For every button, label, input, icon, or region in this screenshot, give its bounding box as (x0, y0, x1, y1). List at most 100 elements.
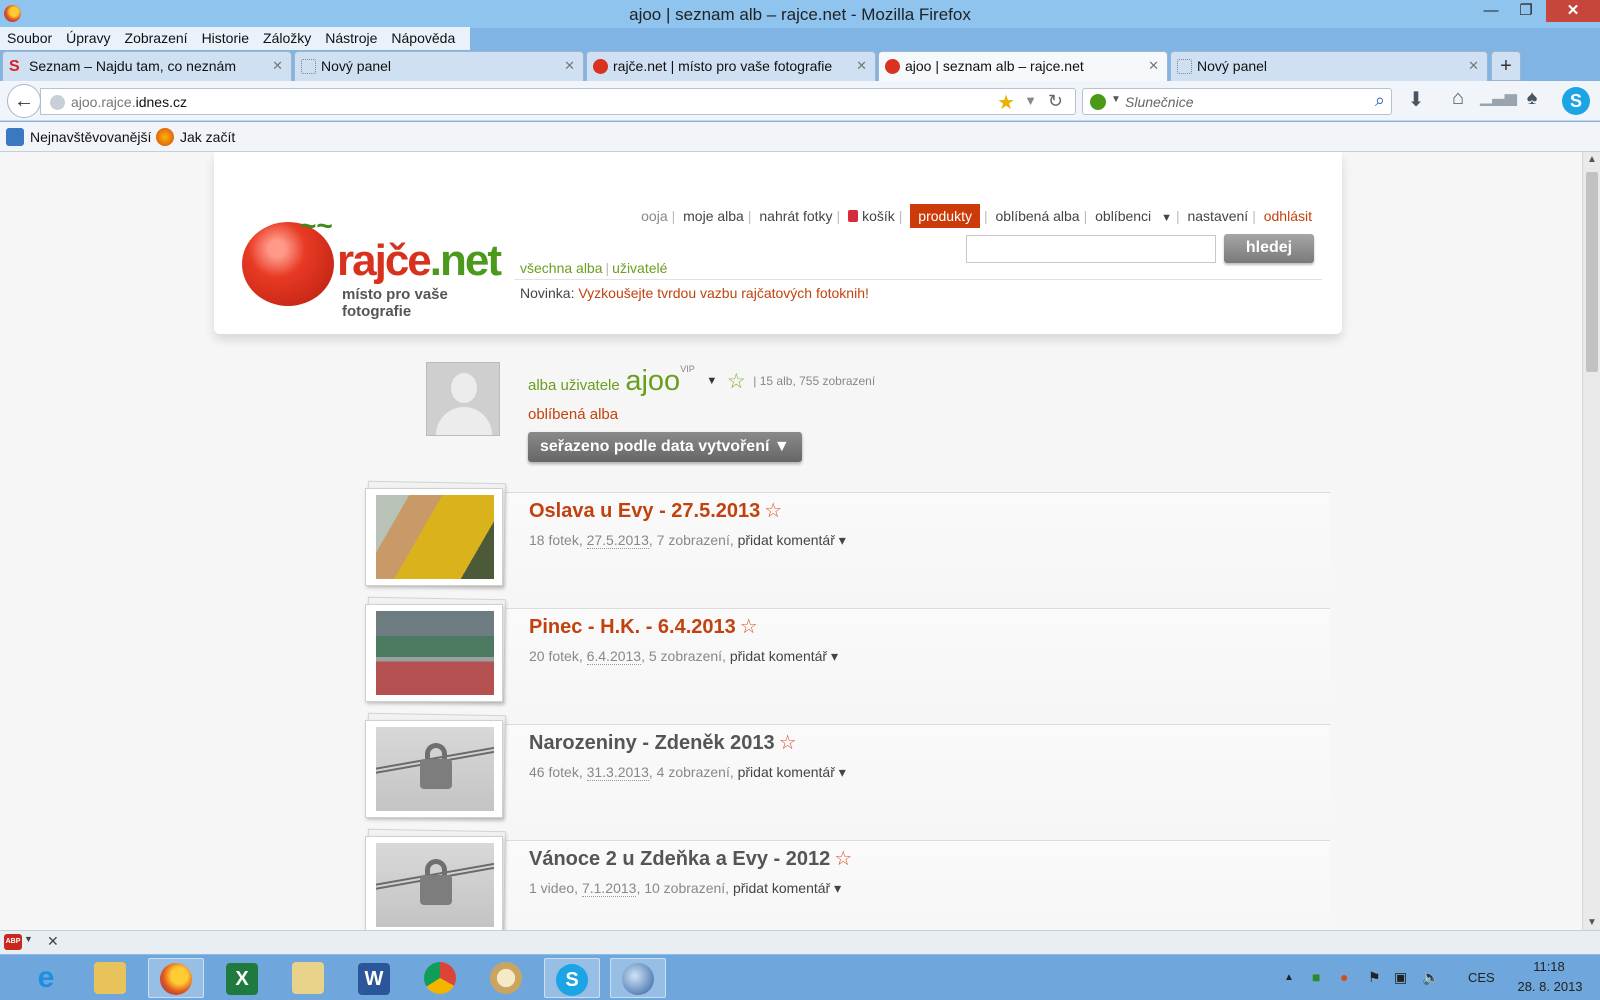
outlook-icon[interactable] (280, 958, 336, 998)
thunderbird-icon[interactable] (610, 958, 666, 998)
favourite-star-icon[interactable]: ☆ (740, 616, 758, 638)
menu-zobrazeni[interactable]: Zobrazení (118, 27, 195, 49)
close-tab-icon[interactable]: ✕ (856, 58, 867, 74)
nav-favourites[interactable]: oblíbenci (1095, 208, 1151, 224)
album-thumbnail[interactable] (365, 720, 503, 818)
favourites-dropdown-icon[interactable]: ▼ (1161, 212, 1172, 224)
skype-icon[interactable]: S (544, 958, 600, 998)
album-thumbnail[interactable] (365, 604, 503, 702)
close-tab-icon[interactable]: ✕ (272, 58, 283, 74)
favourite-star-icon[interactable]: ☆ (834, 848, 852, 870)
menu-nastroje[interactable]: Nástroje (318, 27, 384, 49)
network-icon[interactable]: ▣ (1394, 969, 1407, 986)
rajce-logo[interactable]: ~~ rajče.net místo pro vaše fotografie (242, 202, 502, 320)
close-window-button[interactable]: ✕ (1546, 0, 1600, 22)
paint-icon[interactable] (478, 958, 534, 998)
search-icon[interactable]: ⌕ (1375, 90, 1385, 111)
add-comment-link[interactable]: přidat komentář ▾ (738, 532, 846, 548)
home-icon[interactable]: ⌂ (1444, 87, 1472, 115)
tab-ajoo-active[interactable]: ajoo | seznam alb – rajce.net ✕ (878, 51, 1168, 81)
menu-upravy[interactable]: Úpravy (59, 27, 117, 49)
scrollbar-thumb[interactable] (1586, 172, 1598, 372)
sort-dropdown-button[interactable]: seřazeno podle data vytvoření ▼ (528, 432, 802, 462)
adblock-dropdown-icon[interactable]: ▼ (24, 934, 33, 944)
search-engine-icon[interactable] (1090, 94, 1106, 110)
maximize-button[interactable]: ❐ (1512, 0, 1540, 22)
downloads-icon[interactable]: ⬇ (1402, 87, 1430, 115)
nav-cart[interactable]: košík (862, 208, 895, 224)
album-thumbnail[interactable] (365, 836, 503, 930)
news-promo-link[interactable]: Vyzkoušejte tvrdou vazbu rajčatových fot… (578, 285, 869, 301)
users-link[interactable]: uživatelé (612, 260, 667, 276)
menu-soubor[interactable]: Soubor (0, 27, 59, 49)
album-title[interactable]: Narozeniny - Zdeněk 2013 ☆ (529, 730, 797, 755)
url-text[interactable]: ajoo.rajce.idnes.cz (71, 94, 187, 110)
nav-upload[interactable]: nahrát fotky (759, 208, 832, 224)
tab-novy-panel-2[interactable]: Nový panel ✕ (1170, 51, 1488, 81)
minimize-button[interactable]: — (1477, 0, 1505, 22)
file-explorer-icon[interactable] (82, 958, 138, 998)
tab-rajce[interactable]: rajče.net | místo pro vaše fotografie ✕ (586, 51, 876, 81)
add-comment-link[interactable]: přidat komentář ▾ (733, 880, 841, 896)
action-center-flag-icon[interactable]: ⚑ (1368, 969, 1381, 986)
avatar[interactable] (426, 362, 500, 436)
excel-icon[interactable]: X (214, 958, 270, 998)
favourite-star-icon[interactable]: ☆ (779, 732, 797, 754)
adblock-plus-icon[interactable]: ABP (4, 934, 22, 950)
internet-explorer-icon[interactable]: e (18, 958, 74, 998)
url-dropdown-icon[interactable]: ▼ (1024, 93, 1037, 108)
tab-novy-panel-1[interactable]: Nový panel ✕ (294, 51, 584, 81)
clock-date[interactable]: 28. 8. 2013 (1510, 979, 1590, 994)
menu-historie[interactable]: Historie (195, 27, 256, 49)
search-bar[interactable]: ▼ Slunečnice ⌕ (1082, 88, 1392, 115)
nav-settings[interactable]: nastavení (1187, 208, 1248, 224)
scroll-down-icon[interactable]: ▼ (1583, 917, 1600, 928)
nav-products[interactable]: produkty (910, 204, 980, 228)
album-title[interactable]: Vánoce 2 u Zdeňka a Evy - 2012 ☆ (529, 846, 852, 871)
close-tab-icon[interactable]: ✕ (1468, 58, 1479, 74)
show-hidden-icons-icon[interactable]: ▲ (1284, 972, 1294, 983)
username[interactable]: ajoo (625, 365, 680, 397)
addon-icon[interactable]: ♠ (1518, 87, 1546, 115)
search-button[interactable]: hledej (1224, 234, 1314, 263)
vertical-scrollbar[interactable]: ▲ ▼ (1582, 152, 1600, 930)
menu-zalozky[interactable]: Záložky (256, 27, 318, 49)
skype-icon[interactable]: S (1562, 87, 1590, 115)
chrome-icon[interactable] (412, 958, 468, 998)
user-dropdown-icon[interactable]: ▼ (706, 375, 717, 387)
firefox-icon[interactable] (148, 958, 204, 998)
album-title[interactable]: Pinec - H.K. - 6.4.2013 ☆ (529, 614, 758, 639)
nav-my-albums[interactable]: moje alba (683, 208, 744, 224)
bookmark-getting-started[interactable]: Jak začít (156, 128, 235, 146)
album-title[interactable]: Oslava u Evy - 27.5.2013 ☆ (529, 498, 782, 523)
add-comment-link[interactable]: přidat komentář ▾ (730, 648, 838, 664)
close-tab-icon[interactable]: ✕ (564, 58, 575, 74)
site-identity-icon[interactable] (50, 95, 65, 110)
menu-napoveda[interactable]: Nápověda (384, 27, 462, 49)
tray-app-icon[interactable]: ■ (1312, 969, 1320, 985)
close-tab-icon[interactable]: ✕ (1148, 58, 1159, 74)
album-thumbnail[interactable] (365, 488, 503, 586)
favourite-star-icon[interactable]: ☆ (764, 500, 782, 522)
all-albums-link[interactable]: všechna alba (520, 260, 603, 276)
reload-icon[interactable]: ↻ (1048, 91, 1063, 112)
new-tab-button[interactable]: + (1491, 51, 1521, 81)
add-favourite-star-icon[interactable]: ☆ (727, 370, 746, 393)
nav-logout[interactable]: odhlásit (1264, 208, 1312, 224)
address-bar[interactable]: ajoo.rajce.idnes.cz ★ ▼ ↻ (40, 88, 1076, 115)
tab-seznam[interactable]: S Seznam – Najdu tam, co neznám ✕ (2, 51, 292, 81)
input-language[interactable]: CES (1468, 970, 1495, 985)
close-addon-bar-icon[interactable]: ✕ (47, 933, 59, 950)
bookmark-most-visited[interactable]: Nejnavštěvovanější (6, 128, 151, 146)
nav-fav-albums[interactable]: oblíbená alba (996, 208, 1080, 224)
add-comment-link[interactable]: přidat komentář ▾ (738, 764, 846, 780)
bookmark-star-icon[interactable]: ★ (997, 90, 1015, 115)
user-fav-albums-link[interactable]: oblíbená alba (528, 406, 618, 423)
search-engine-dropdown-icon[interactable]: ▼ (1111, 94, 1121, 105)
signal-icon[interactable]: ▁▃▅ (1480, 87, 1517, 115)
site-search-input[interactable] (966, 235, 1216, 263)
volume-icon[interactable]: 🔈 (1422, 969, 1439, 986)
clock-time[interactable]: 11:18 (1514, 959, 1584, 974)
nav-username[interactable]: ooja (641, 208, 667, 224)
word-icon[interactable]: W (346, 958, 402, 998)
